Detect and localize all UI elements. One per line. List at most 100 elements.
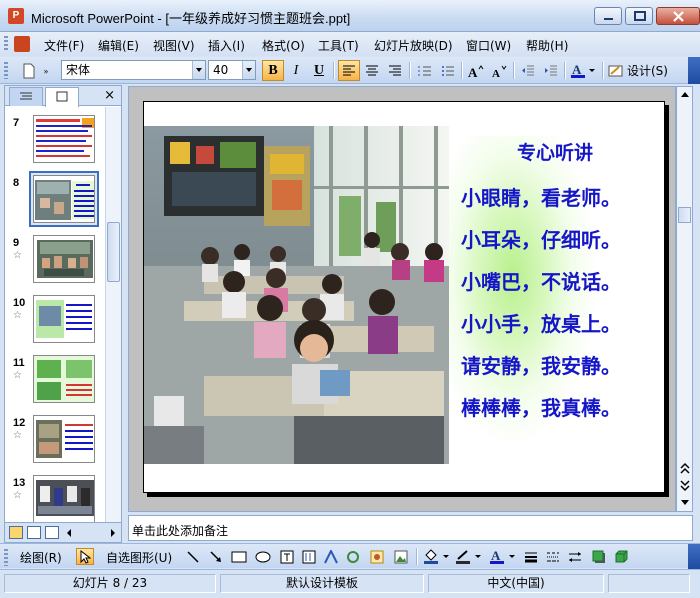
toolbar-options-button[interactable]: » [40,60,52,81]
toolbar-grip[interactable] [4,549,8,566]
font-name-combo[interactable]: 宋体 [61,60,206,80]
align-left-icon [343,65,355,75]
autoshapes-button[interactable]: 自选图形(U) [106,549,172,566]
rectangle-tool-button[interactable] [230,548,248,565]
slide-thumbnail[interactable] [33,355,95,403]
select-objects-button[interactable] [76,548,94,565]
slide-text-box[interactable]: 专心听讲 小眼睛，看老师。 小耳朵，仔细听。 小嘴巴，不说话。 小小手，放桌上。… [449,136,661,446]
diagram-button[interactable] [344,548,362,565]
editor-scrollbar[interactable] [676,86,693,512]
minimize-button[interactable] [594,7,622,25]
slide-thumbnail[interactable] [33,115,95,163]
textbox-tool-button[interactable] [278,548,296,565]
normal-view-icon[interactable] [9,526,23,539]
tab-slides[interactable] [45,87,79,107]
slide-thumbnail[interactable] [33,475,95,522]
next-slide-icon[interactable] [680,479,690,493]
thumbnail-row-12[interactable]: 12 ☆ [5,413,105,469]
current-slide[interactable]: 专心听讲 小眼睛，看老师。 小耳朵，仔细听。 小嘴巴，不说话。 小小手，放桌上。… [143,101,665,493]
toolbar-grip[interactable] [4,62,8,79]
slide-number: 7 [13,117,20,129]
menu-insert[interactable]: 插入(I) [208,37,245,54]
slide-thumbnail[interactable] [33,415,95,463]
wordart-button[interactable] [322,548,340,565]
clipart-button[interactable] [368,548,386,565]
scrollbar-thumb[interactable] [678,207,691,223]
notes-pane[interactable]: 单击此处添加备注 [128,515,693,541]
toolbar-overflow-button[interactable] [688,544,700,569]
arrow-tool-button[interactable] [207,548,225,565]
pane-close-icon[interactable]: × [104,88,115,103]
dash-style-button[interactable] [544,548,562,565]
bullets-button[interactable] [437,60,459,81]
previous-slide-icon[interactable] [680,461,690,475]
menu-file[interactable]: 文件(F) [44,37,84,54]
thumbnail-row-9[interactable]: 9 ☆ [5,233,105,289]
font-size-combo[interactable]: 40 [208,60,256,80]
align-right-button[interactable] [384,60,406,81]
document-icon[interactable] [14,36,30,52]
insert-picture-button[interactable] [392,548,410,565]
scroll-up-icon[interactable] [680,90,690,98]
scrollbar-thumb[interactable] [107,222,120,282]
increase-indent-button[interactable] [540,60,562,81]
italic-button[interactable]: I [285,60,307,81]
chevron-down-icon[interactable] [242,61,255,79]
decrease-font-button[interactable]: A [489,60,511,81]
3d-style-button[interactable] [612,548,630,565]
design-button[interactable]: 设计(S) [608,60,668,81]
toolbar-overflow-button[interactable] [688,57,700,84]
vertical-textbox-button[interactable] [300,548,318,565]
fill-color-button[interactable] [422,548,452,565]
notes-placeholder[interactable]: 单击此处添加备注 [132,522,228,539]
underline-button[interactable]: U [308,60,330,81]
menu-format[interactable]: 格式(O) [262,37,305,54]
thumbnail-row-13[interactable]: 13 ☆ [5,473,105,522]
design-template-status[interactable]: 默认设计模板 [220,574,424,593]
tab-outline[interactable] [9,87,43,106]
line-tool-button[interactable] [184,548,202,565]
thumbnails-scrollbar[interactable] [105,107,121,522]
bold-button[interactable]: B [262,60,284,81]
slide-number: 12 [13,417,26,429]
slide-thumbnail[interactable] [33,295,95,343]
close-window-button[interactable] [656,7,700,25]
thumbnail-row-7[interactable]: 7 [5,113,105,169]
thumbnail-row-8[interactable]: 8 [5,171,105,229]
menu-window[interactable]: 窗口(W) [466,37,511,54]
decrease-indent-button[interactable] [517,60,539,81]
shadow-style-button[interactable] [590,548,608,565]
classroom-photo[interactable] [144,126,449,464]
scroll-down-icon[interactable] [680,499,690,507]
oval-tool-button[interactable] [254,548,272,565]
thumbnail-row-11[interactable]: 11 ☆ [5,353,105,409]
menu-slideshow[interactable]: 幻灯片放映(D) [374,37,453,54]
menu-grip[interactable] [4,36,8,52]
status-bar: 幻灯片 8 / 23 默认设计模板 中文(中国) [0,569,700,598]
draw-menu-button[interactable]: 绘图(R) [20,549,62,566]
line-color-button[interactable] [454,548,484,565]
powerpoint-app-icon[interactable]: P [8,8,24,24]
numbering-button[interactable] [414,60,436,81]
increase-font-button[interactable]: A [465,60,487,81]
arrow-style-button[interactable] [566,548,584,565]
line-style-button[interactable] [522,548,540,565]
restore-button[interactable] [625,7,653,25]
thumbnail-row-10[interactable]: 10 ☆ [5,293,105,349]
slide-thumbnail[interactable] [33,235,95,283]
menu-view[interactable]: 视图(V) [153,37,195,54]
font-color-draw-button[interactable]: A [488,548,518,565]
slideshow-view-icon[interactable] [45,526,59,539]
menu-edit[interactable]: 编辑(E) [98,37,139,54]
chevron-down-icon[interactable] [192,61,205,79]
slide-thumbnail-selected[interactable] [33,175,95,223]
new-document-button[interactable] [18,60,40,81]
slide-sorter-view-icon[interactable] [27,526,41,539]
menu-tools[interactable]: 工具(T) [318,37,359,54]
align-center-button[interactable] [361,60,383,81]
align-left-button[interactable] [338,60,360,81]
menu-help[interactable]: 帮助(H) [526,37,568,54]
svg-text:A: A [492,68,500,78]
font-color-button[interactable]: A [568,60,598,81]
horizontal-scrollbar-arrows[interactable] [65,528,117,538]
